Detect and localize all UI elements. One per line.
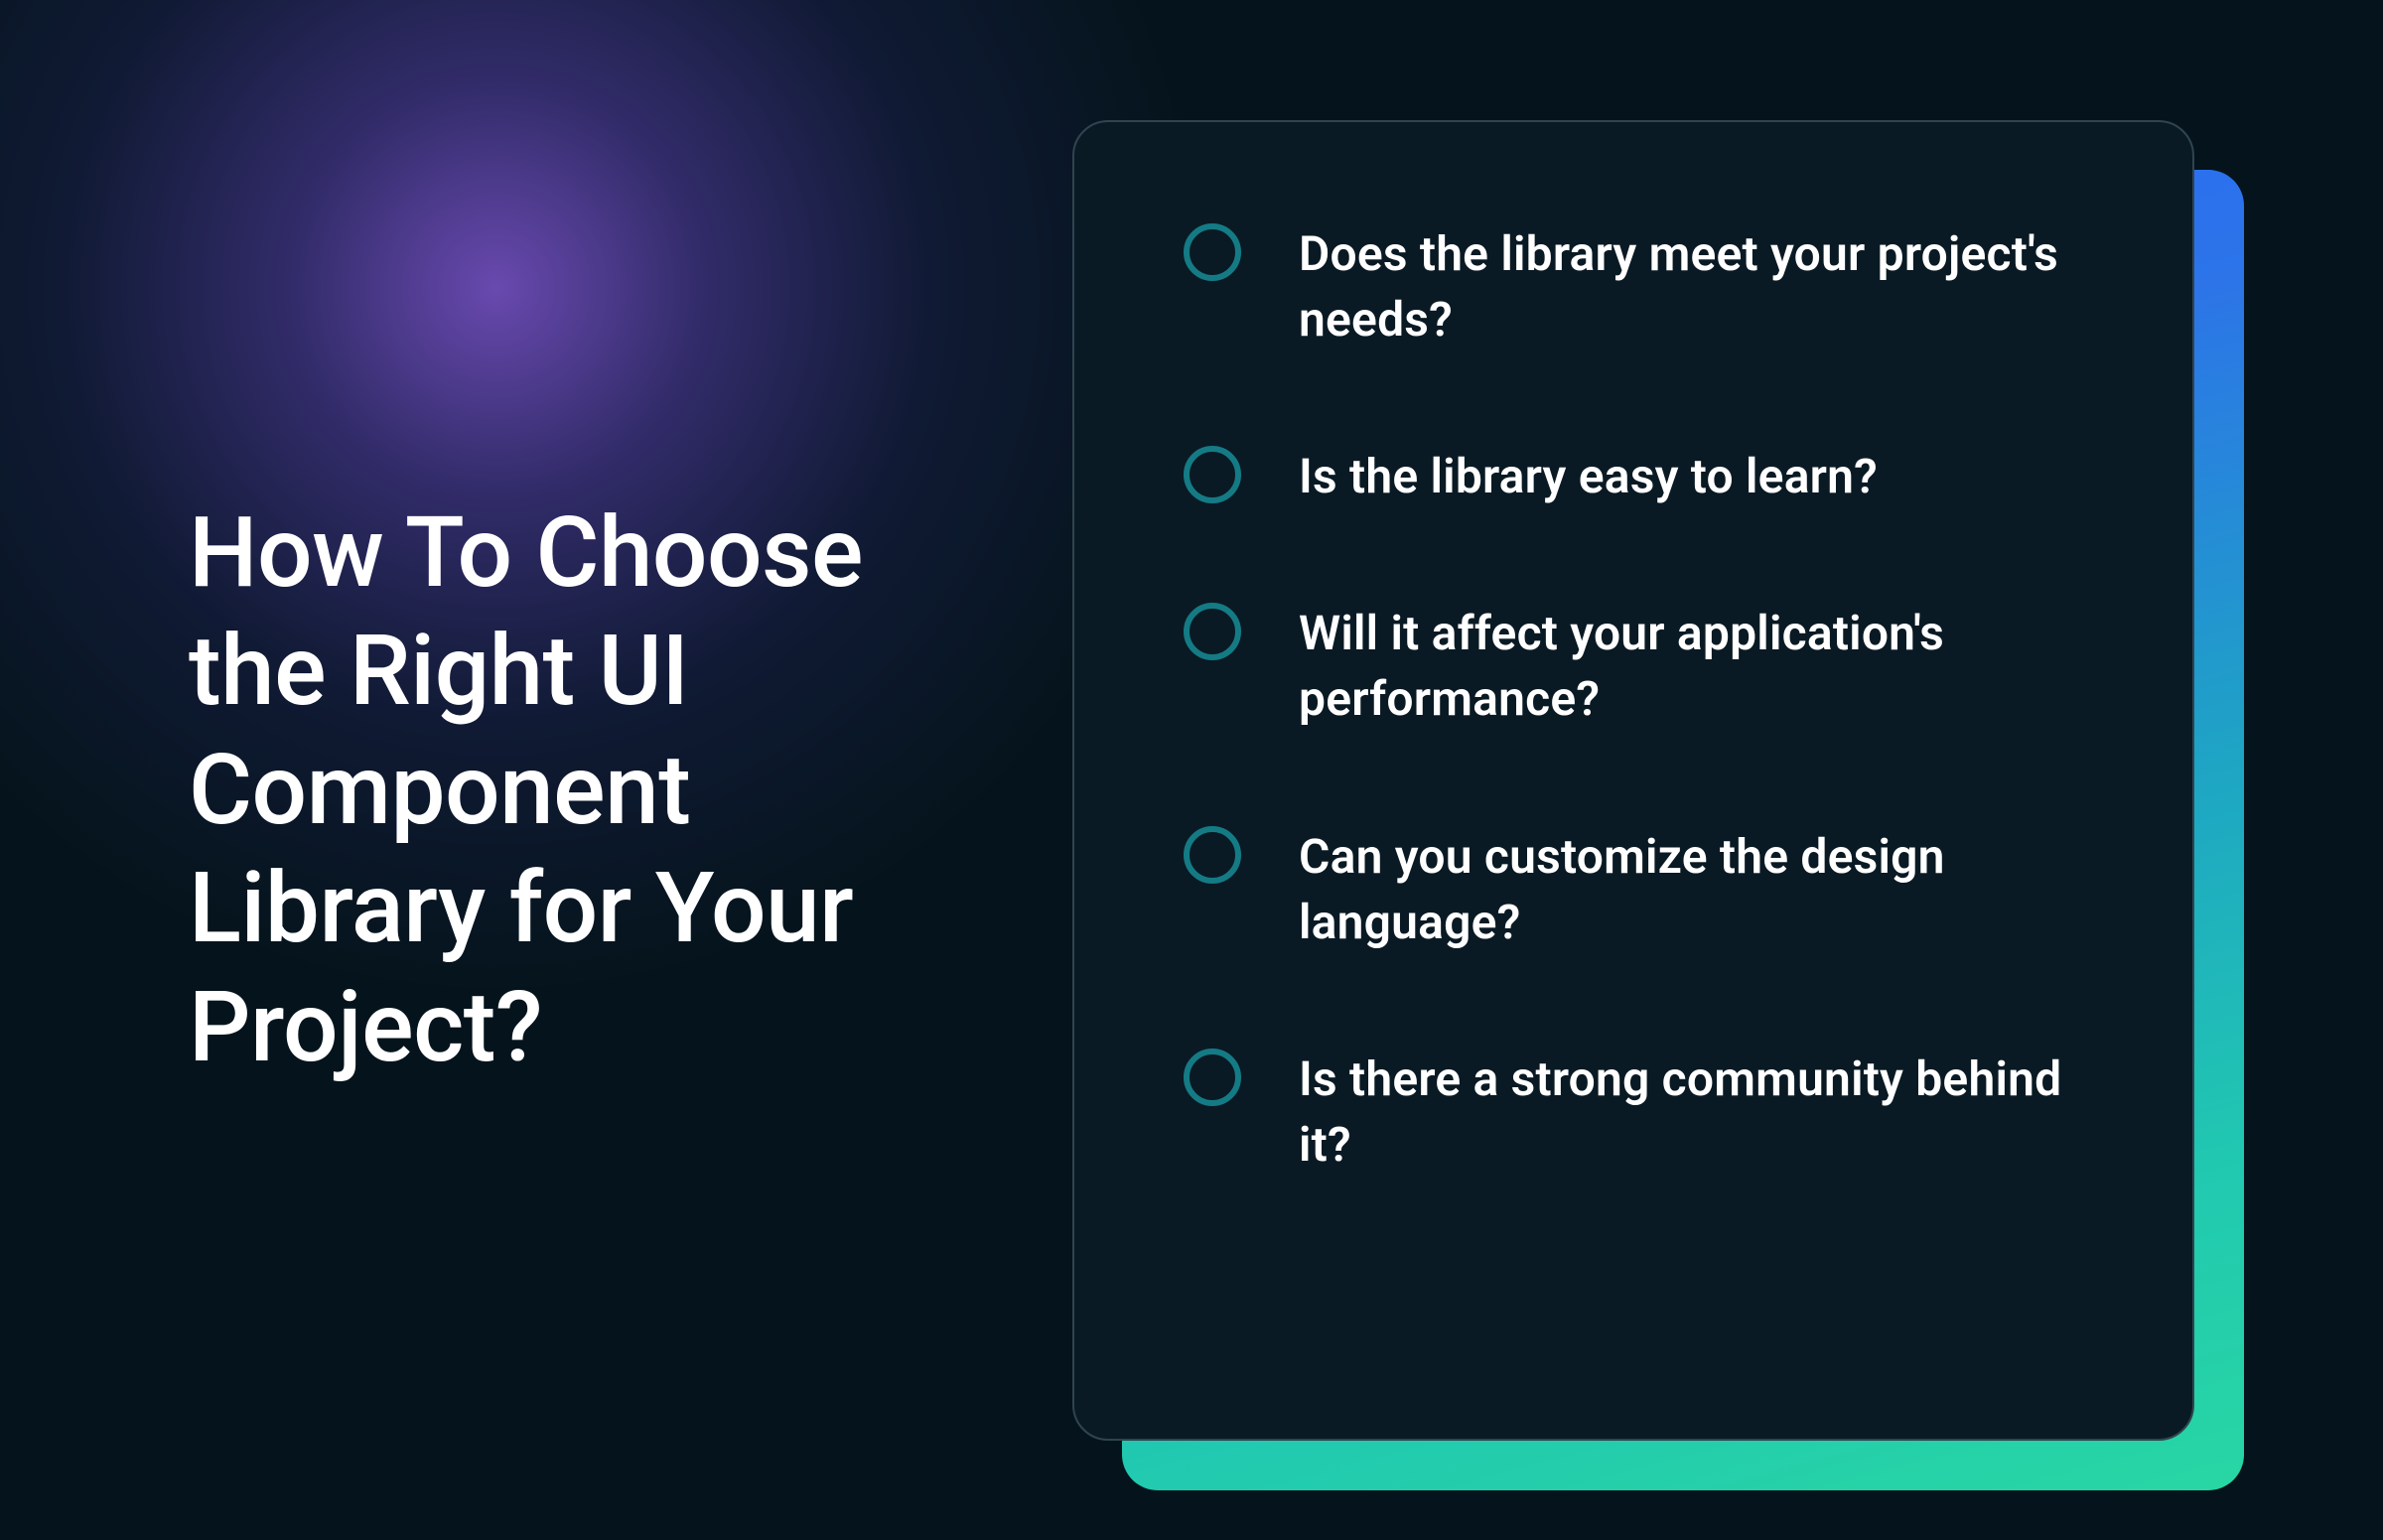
card-wrapper: Does the library meet your project's nee… [1072,120,2194,1441]
list-item: Is the library easy to learn? [1184,444,2093,509]
list-item-text: Can you customize the design language? [1299,824,2073,955]
circle-icon [1184,603,1241,660]
page-heading: How To Choose the Right UI Component Lib… [189,454,943,1087]
list-item-text: Is there a strong community behind it? [1299,1047,2073,1178]
list-item: Can you customize the design language? [1184,824,2093,955]
list-item: Does the library meet your project's nee… [1184,221,2093,352]
circle-icon [1184,1049,1241,1106]
list-item: Is there a strong community behind it? [1184,1047,2093,1178]
checklist-card: Does the library meet your project's nee… [1072,120,2194,1441]
circle-icon [1184,223,1241,281]
circle-icon [1184,826,1241,884]
content-container: How To Choose the Right UI Component Lib… [0,0,2383,1540]
list-item-text: Will it affect your application's perfor… [1299,601,2073,732]
circle-icon [1184,446,1241,503]
list-item-text: Is the library easy to learn? [1299,444,1878,509]
list-item-text: Does the library meet your project's nee… [1299,221,2073,352]
list-item: Will it affect your application's perfor… [1184,601,2093,732]
